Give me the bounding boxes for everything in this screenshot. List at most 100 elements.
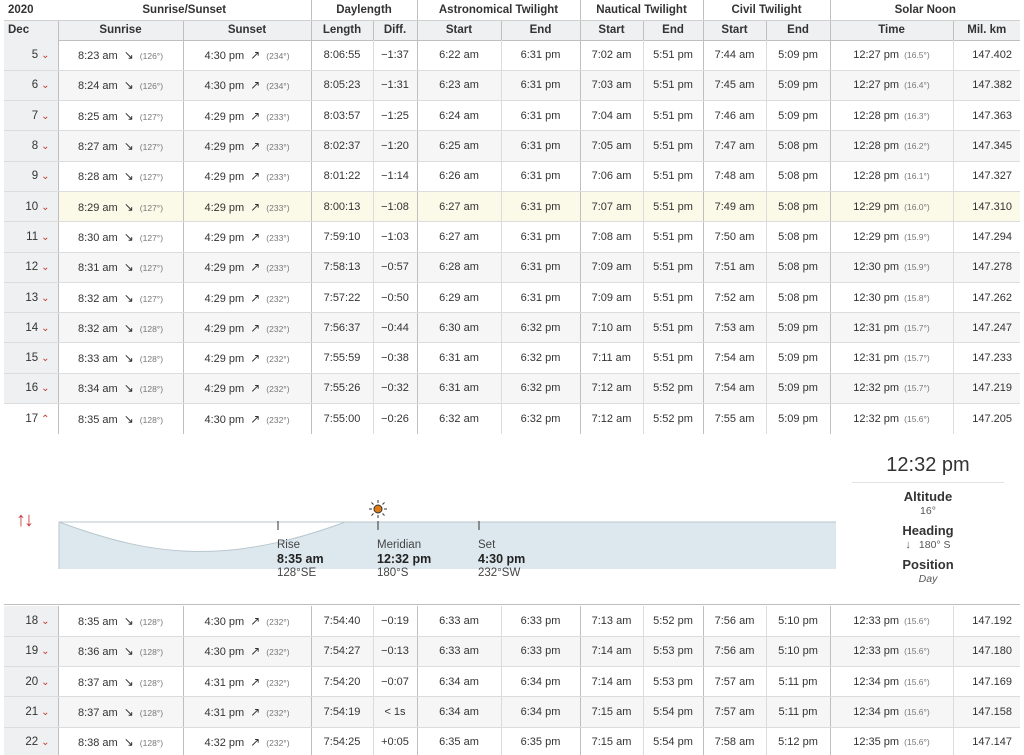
day-cell[interactable]: 16 ⌄ xyxy=(4,373,58,405)
col-noon-time[interactable]: Time xyxy=(829,20,954,41)
table-row[interactable]: 11 ⌄ 8:30 am ↘ (127°) 4:29 pm ↗ (233°) 7:59:10 −1… xyxy=(4,221,1020,253)
day-cell[interactable]: 11 ⌄ xyxy=(4,221,58,253)
chevron-down-icon[interactable]: ⌄ xyxy=(41,616,49,627)
chevron-down-icon[interactable]: ⌄ xyxy=(41,323,49,334)
chevron-down-icon[interactable]: ⌄ xyxy=(41,171,49,182)
sunrise-time: 8:23 am xyxy=(77,49,118,62)
sunrise-angle: (128°) xyxy=(139,616,164,627)
noon-altitude: (15.7°) xyxy=(904,322,930,333)
chevron-down-icon[interactable]: ⌄ xyxy=(41,50,49,61)
table-row[interactable]: 9 ⌄ 8:28 am ↘ (127°) 4:29 pm ↗ (233°) 8:01:22 −1:… xyxy=(4,161,1020,192)
table-row[interactable]: 12 ⌄ 8:31 am ↘ (127°) 4:29 pm ↗ (233°) 7:58:13 −0… xyxy=(4,252,1020,283)
day-cell[interactable]: 8 ⌄ xyxy=(4,130,58,162)
day-number: 20 xyxy=(25,675,39,688)
day-cell[interactable]: 9 ⌄ xyxy=(4,161,58,192)
table-row[interactable]: 7 ⌄ 8:25 am ↘ (127°) 4:29 pm ↗ (233°) 8:03:57 −1:… xyxy=(4,100,1020,132)
table-row[interactable]: 18 ⌄ 8:35 am ↘ (128°) 4:30 pm ↗ (232°) 7:54:40 −0… xyxy=(4,606,1020,637)
sunset-time: 4:29 pm xyxy=(204,292,245,305)
day-cell[interactable]: 6 ⌄ xyxy=(4,70,58,102)
noon-altitude: (16.5°) xyxy=(904,49,930,60)
day-cell[interactable]: 13 ⌄ xyxy=(4,282,58,314)
astro-end-cell: 6:32 pm xyxy=(500,373,580,405)
col-naut-end[interactable]: End xyxy=(642,20,704,41)
table-row[interactable]: 21 ⌄ 8:37 am ↘ (128°) 4:31 pm ↗ (232°) 7:54:19 < … xyxy=(4,696,1020,728)
chevron-down-icon[interactable]: ⌄ xyxy=(41,353,49,364)
sunset-direction-icon: ↗ xyxy=(250,229,261,244)
sunrise-angle: (127°) xyxy=(139,172,164,183)
col-civil-end[interactable]: End xyxy=(765,20,831,41)
day-cell[interactable]: 22 ⌄ xyxy=(4,727,58,755)
day-cell[interactable]: 14 ⌄ xyxy=(4,312,58,344)
table-row[interactable]: 15 ⌄ 8:33 am ↘ (128°) 4:29 pm ↗ (232°) 7:55:59 −0… xyxy=(4,342,1020,374)
chevron-down-icon[interactable]: ⌄ xyxy=(41,111,49,122)
chevron-down-icon[interactable]: ⌄ xyxy=(41,646,49,657)
day-cell[interactable]: 5 ⌄ xyxy=(4,40,58,71)
chevron-down-icon[interactable]: ⌄ xyxy=(41,737,49,748)
noon-altitude: (15.8°) xyxy=(904,292,930,303)
sunrise-time: 8:32 am xyxy=(77,322,118,335)
table-row[interactable]: 19 ⌄ 8:36 am ↘ (128°) 4:30 pm ↗ (232°) 7:54:27 −0… xyxy=(4,636,1020,668)
table-row[interactable]: 16 ⌄ 8:34 am ↘ (128°) 4:29 pm ↗ (232°) 7:55:26 −0… xyxy=(4,373,1020,405)
daylength-cell: 7:54:27 xyxy=(310,636,373,668)
day-cell[interactable]: 19 ⌄ xyxy=(4,636,58,668)
day-cell[interactable]: 12 ⌄ xyxy=(4,252,58,283)
table-row[interactable]: 6 ⌄ 8:24 am ↘ (126°) 4:30 pm ↗ (234°) 8:05:23 −1:… xyxy=(4,70,1020,102)
daylength-cell: 7:54:20 xyxy=(310,666,373,698)
table-row[interactable]: 20 ⌄ 8:37 am ↘ (128°) 4:31 pm ↗ (232°) 7:54:20 −0… xyxy=(4,666,1020,698)
sunrise-time: 8:35 am xyxy=(77,413,118,426)
col-sunset[interactable]: Sunset xyxy=(182,20,311,41)
col-length[interactable]: Length xyxy=(310,20,373,41)
col-distance[interactable]: Mil. km xyxy=(952,20,1021,41)
sunset-time: 4:29 pm xyxy=(204,231,245,244)
set-title: Set xyxy=(478,539,496,551)
naut-start-cell: 7:09 am xyxy=(579,282,643,314)
astro-start-cell: 6:34 am xyxy=(416,696,501,728)
day-cell[interactable]: 17 ⌃ xyxy=(4,403,58,434)
astro-end-cell: 6:32 pm xyxy=(500,403,580,434)
table-row[interactable]: 5 ⌄ 8:23 am ↘ (126°) 4:30 pm ↗ (234°) 8:06:55 −1:… xyxy=(4,40,1020,71)
chevron-down-icon[interactable]: ⌄ xyxy=(41,293,49,304)
astro-start-cell: 6:34 am xyxy=(416,666,501,698)
col-diff[interactable]: Diff. xyxy=(372,20,417,41)
astro-end-cell: 6:34 pm xyxy=(500,666,580,698)
col-astro-start[interactable]: Start xyxy=(416,20,501,41)
civil-start-cell: 7:49 am xyxy=(702,191,766,223)
chevron-down-icon[interactable]: ⌄ xyxy=(41,707,49,718)
table-row[interactable]: 8 ⌄ 8:27 am ↘ (127°) 4:29 pm ↗ (233°) 8:02:37 −1:… xyxy=(4,130,1020,162)
table-row[interactable]: 17 ⌃ 8:35 am ↘ (128°) 4:30 pm ↗ (232°) 7:55:00 −0… xyxy=(4,403,1020,434)
solar-noon-cell: 12:33 pm (15.6°) xyxy=(829,636,953,668)
sunrise-direction-icon: ↘ xyxy=(123,320,134,335)
sunrise-cell: 8:32 am ↘ (128°) xyxy=(57,312,183,344)
chevron-down-icon[interactable]: ⌄ xyxy=(41,383,49,394)
col-civil-start[interactable]: Start xyxy=(702,20,767,41)
table-row[interactable]: 10 ⌄ 8:29 am ↘ (127°) 4:29 pm ↗ (233°) 8:00:13 −1… xyxy=(4,191,1020,223)
day-cell[interactable]: 21 ⌄ xyxy=(4,696,58,728)
chevron-up-icon[interactable]: ⌃ xyxy=(41,414,49,425)
table-row[interactable]: 14 ⌄ 8:32 am ↘ (128°) 4:29 pm ↗ (232°) 7:56:37 −0… xyxy=(4,312,1020,344)
sunset-cell: 4:29 pm ↗ (232°) xyxy=(182,282,311,314)
chevron-down-icon[interactable]: ⌄ xyxy=(41,202,49,213)
distance-cell: 147.233 xyxy=(952,342,1020,374)
solar-noon-cell: 12:31 pm (15.7°) xyxy=(829,312,953,344)
day-cell[interactable]: 20 ⌄ xyxy=(4,666,58,698)
day-cell[interactable]: 15 ⌄ xyxy=(4,342,58,374)
col-sunrise[interactable]: Sunrise xyxy=(57,20,183,41)
day-cell[interactable]: 10 ⌄ xyxy=(4,191,58,223)
chevron-down-icon[interactable]: ⌄ xyxy=(41,677,49,688)
sunset-cell: 4:29 pm ↗ (233°) xyxy=(182,191,311,223)
day-cell[interactable]: 7 ⌄ xyxy=(4,100,58,132)
chevron-down-icon[interactable]: ⌄ xyxy=(41,141,49,152)
day-cell[interactable]: 18 ⌄ xyxy=(4,606,58,637)
chevron-down-icon[interactable]: ⌄ xyxy=(41,232,49,243)
chevron-down-icon[interactable]: ⌄ xyxy=(41,262,49,273)
chevron-down-icon[interactable]: ⌄ xyxy=(41,80,49,91)
sunrise-angle: (128°) xyxy=(139,323,164,334)
table-row[interactable]: 13 ⌄ 8:32 am ↘ (127°) 4:29 pm ↗ (232°) 7:57:22 −0… xyxy=(4,282,1020,314)
col-astro-end[interactable]: End xyxy=(500,20,581,41)
table-row[interactable]: 22 ⌄ 8:38 am ↘ (128°) 4:32 pm ↗ (232°) 7:54:25 +0… xyxy=(4,727,1020,755)
naut-end-cell: 5:51 pm xyxy=(642,312,703,344)
sunset-direction-icon: ↗ xyxy=(250,411,261,426)
noon-time: 12:30 pm xyxy=(853,261,900,274)
col-naut-start[interactable]: Start xyxy=(579,20,644,41)
civil-end-cell: 5:09 pm xyxy=(765,403,830,434)
